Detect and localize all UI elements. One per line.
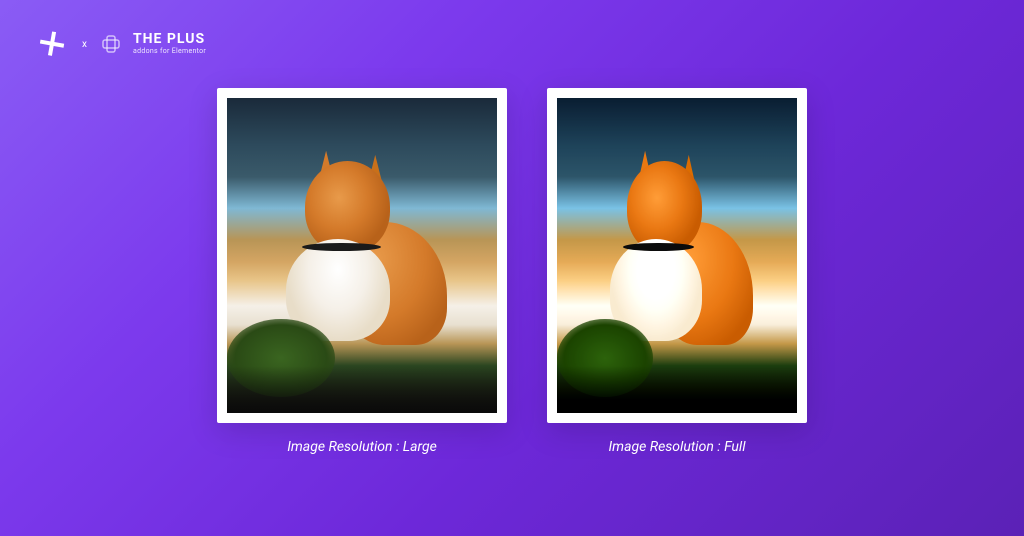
secondary-logo-icon [101, 34, 121, 54]
logo-text-block: THE PLUS addons for Elementor [133, 32, 206, 55]
caption-large: Image Resolution : Large [287, 439, 437, 455]
cat-image-full [557, 98, 797, 413]
logo-text-primary: THE PLUS [133, 32, 206, 47]
image-item-full: Image Resolution : Full [547, 88, 807, 455]
image-frame-full [547, 88, 807, 423]
caption-full: Image Resolution : Full [608, 439, 745, 455]
image-frame-large [217, 88, 507, 423]
primary-logo-icon [40, 30, 68, 58]
separator-icon: x [82, 39, 87, 50]
images-comparison-container: Image Resolution : Large Image Resolutio… [217, 88, 807, 455]
brand-logo-area: x THE PLUS addons for Elementor [40, 30, 206, 58]
image-item-large: Image Resolution : Large [217, 88, 507, 455]
cat-image-large [227, 98, 497, 413]
logo-text-secondary: addons for Elementor [133, 48, 206, 56]
